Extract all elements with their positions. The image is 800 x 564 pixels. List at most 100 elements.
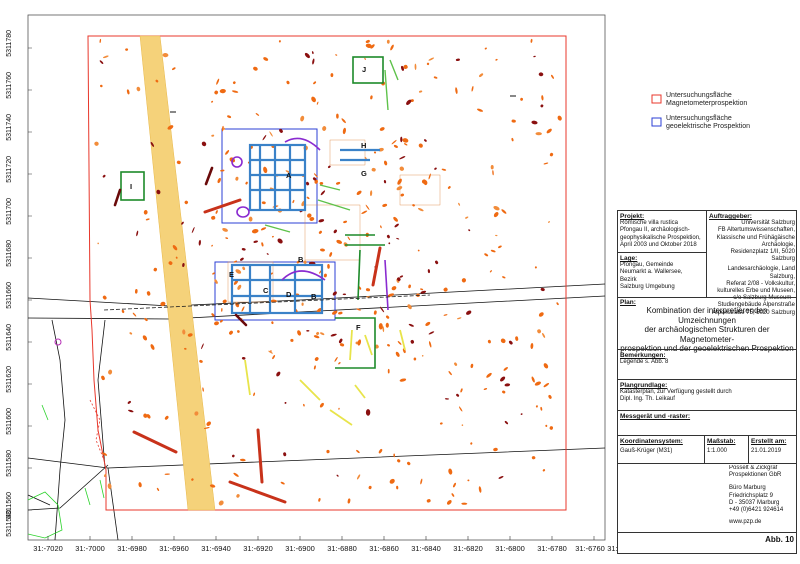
anomaly-blob [290,338,294,342]
location-line: Pfongau, Gemeinde [620,262,674,269]
anomaly-blob [245,181,248,185]
anomaly-blob [263,166,268,174]
anomaly-blob [421,355,424,357]
anomaly-blob [467,479,470,482]
anomaly-blob [407,461,411,466]
anomaly-blob [276,371,281,377]
anomaly-blob [300,115,305,122]
anomaly-blob [335,54,338,56]
anomaly-blob [176,160,181,165]
anomaly-blob [504,383,511,387]
anomaly-blob [172,67,176,71]
anomaly-blob [214,90,219,95]
anomaly-blob [283,452,287,457]
anomaly-blob [542,332,546,338]
anomaly-blob [487,339,491,344]
anomaly-blob [520,413,523,415]
anomaly-blob [330,73,334,78]
client-line: Archäologie, [761,241,795,248]
anomaly-blob [493,447,498,452]
anomaly-blob [144,317,148,322]
client-label: Auftraggeber: [709,213,752,220]
anomaly-blob [303,403,305,407]
anomaly-blob [408,284,411,289]
anomaly-blob [312,58,315,65]
anomaly-blob [483,388,488,390]
anomaly-blob [389,478,395,484]
x-tick: 31:-6800 [495,544,525,553]
anomaly-blob [465,216,469,219]
green-parcel-lines [27,404,105,539]
anomaly-blob [448,468,453,475]
y-tick: 5311720 [6,156,13,183]
address-line: Büro Marburg [729,485,766,492]
x-tick: 31:-6900 [285,544,315,553]
x-tick: 31:-6880 [327,544,357,553]
anomaly-blob [253,392,256,397]
anomaly-blob [263,57,269,61]
anomaly-blob [541,95,544,101]
anomaly-blob [100,84,103,88]
anomaly-blob [356,190,362,196]
anomaly-blob [540,104,544,108]
anomaly-blob [229,330,233,335]
anomaly-blob [549,152,554,157]
anomaly-blob [365,409,371,416]
anomaly-blob [361,210,368,214]
anomaly-blob [338,407,340,410]
anomaly-blob [142,335,148,341]
anomaly-blob [478,486,482,493]
anomaly-blob [286,80,290,85]
area-label-d: D [286,290,292,299]
anomaly-blob [365,39,370,44]
anomaly-blob [143,210,148,215]
project-line: Pfongau II, archäologisch- [620,227,690,234]
website-link[interactable]: www.pzp.de [729,519,795,526]
project-line: April 2003 und Oktober 2018 [620,241,697,248]
anomaly-blob [125,48,129,51]
anomaly-blob [217,177,221,184]
anomaly-blob [239,458,246,462]
client-line: Universität Salzburg [741,220,795,227]
anomaly-blob [396,237,400,240]
anomaly-blob [486,372,492,378]
anomaly-blob [320,332,325,336]
anomaly-blob [390,44,394,51]
anomaly-blob [428,341,432,348]
anomaly-blob [211,215,216,220]
y-tick: 5311620 [6,366,13,393]
anomaly-blob [356,449,360,454]
y-tick: 5311540 [6,510,13,537]
anomaly-blob [535,132,542,136]
anomaly-blob [278,40,281,43]
anomaly-blob [531,376,535,383]
x-tick: 31:-6780 [537,544,567,553]
anomaly-blob [396,186,403,191]
anomaly-blob [339,343,345,347]
anomaly-blob [428,331,435,335]
anomaly-blob [314,357,319,361]
y-tick: 5311760 [6,72,13,99]
anomaly-blob [383,160,388,166]
anomaly-blob [284,401,287,404]
anomaly-blob [386,234,390,239]
anomaly-blob [470,363,474,369]
anomaly-blob [242,266,246,271]
anomaly-blob [136,86,141,92]
anomaly-blob [387,344,390,347]
anomaly-blob [211,100,214,103]
anomaly-blob [534,381,541,386]
anomaly-blob [191,227,195,234]
anomaly-blob [211,244,213,247]
anomaly-blob [320,248,325,252]
anomaly-blob [365,288,371,292]
anomaly-blob [543,162,549,165]
anomaly-blob [102,295,107,300]
anomaly-blob [428,57,435,61]
project-line: Römische villa rustica [620,220,679,227]
anomaly-blob [146,291,151,296]
anomaly-blob [262,134,267,141]
anomaly-blob [447,186,451,189]
anomaly-blob [225,150,230,155]
yellow-features [244,329,406,426]
